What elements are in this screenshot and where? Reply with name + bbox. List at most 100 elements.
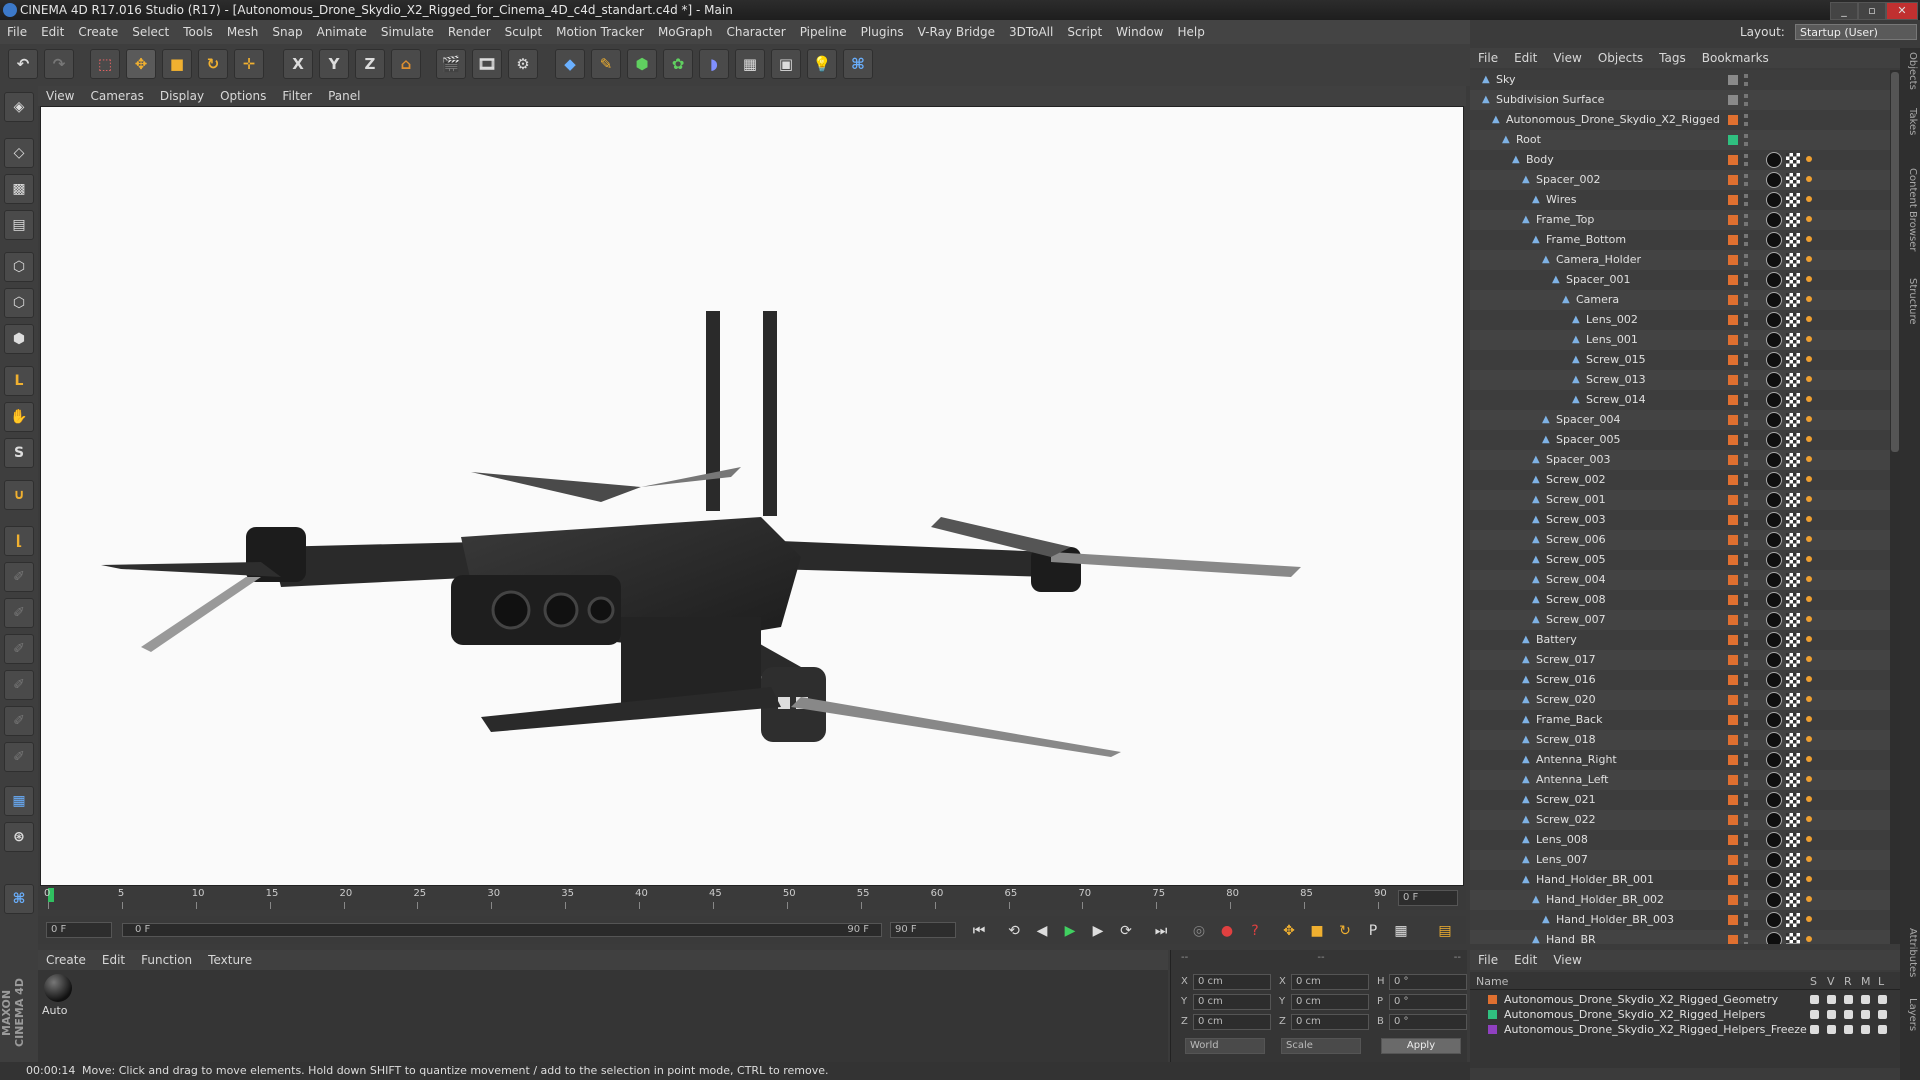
texture-tag-icon[interactable] [1786, 773, 1800, 787]
object-row[interactable]: ▲ Screw_020 [1470, 690, 1890, 710]
menu-simulate[interactable]: Simulate [374, 20, 441, 44]
floor-icon[interactable]: ▦ [735, 49, 765, 79]
material-tag-icon[interactable] [1766, 852, 1782, 868]
layer-flag-icon[interactable] [1861, 1010, 1870, 1019]
rig-tag-icon[interactable] [1806, 716, 1812, 722]
object-row[interactable]: ▲ Spacer_004 [1470, 410, 1890, 430]
object-row[interactable]: ▲ Lens_002 [1470, 310, 1890, 330]
object-menu-objects[interactable]: Objects [1590, 48, 1651, 68]
material-tag-icon[interactable] [1766, 192, 1782, 208]
material-tag-icon[interactable] [1766, 692, 1782, 708]
render-view-icon[interactable]: 🎬 [436, 49, 466, 79]
menu-3dtoall[interactable]: 3DToAll [1002, 20, 1060, 44]
visibility-dots[interactable] [1744, 654, 1748, 666]
visibility-dots[interactable] [1744, 134, 1748, 146]
texture-mode-icon[interactable]: ▩ [4, 174, 34, 204]
texture-tag-icon[interactable] [1786, 893, 1800, 907]
menu-script[interactable]: Script [1060, 20, 1109, 44]
object-row[interactable]: ▲ Camera_Holder [1470, 250, 1890, 270]
coordinate-mode-select[interactable]: World [1185, 1038, 1265, 1054]
material-tag-icon[interactable] [1766, 452, 1782, 468]
material-tag-icon[interactable] [1766, 372, 1782, 388]
polygons-mode-icon[interactable]: ⬢ [4, 324, 34, 354]
visibility-dots[interactable] [1744, 894, 1748, 906]
rig-tag-icon[interactable] [1806, 396, 1812, 402]
rig-tag-icon[interactable] [1806, 376, 1812, 382]
texture-tag-icon[interactable] [1786, 733, 1800, 747]
material-tag-icon[interactable] [1766, 672, 1782, 688]
live-selection-icon[interactable]: ⬚ [90, 49, 120, 79]
object-menu-tags[interactable]: Tags [1651, 48, 1694, 68]
layer-color-swatch[interactable] [1728, 395, 1738, 405]
rig-tag-icon[interactable] [1806, 756, 1812, 762]
menu-plugins[interactable]: Plugins [854, 20, 911, 44]
layer-color-swatch[interactable] [1728, 635, 1738, 645]
material-tag-icon[interactable] [1766, 272, 1782, 288]
layer-color-swatch[interactable] [1728, 375, 1738, 385]
layer-color-swatch[interactable] [1728, 675, 1738, 685]
menu-file[interactable]: File [0, 20, 34, 44]
visibility-dots[interactable] [1744, 914, 1748, 926]
visibility-dots[interactable] [1744, 714, 1748, 726]
visibility-dots[interactable] [1744, 474, 1748, 486]
sculpt-tool-1-icon[interactable]: ✐ [4, 562, 34, 592]
visibility-dots[interactable] [1744, 94, 1748, 106]
visibility-dots[interactable] [1744, 294, 1748, 306]
layer-color-swatch[interactable] [1488, 1010, 1497, 1019]
menu-v-ray-bridge[interactable]: V-Ray Bridge [911, 20, 1002, 44]
layer-color-swatch[interactable] [1728, 535, 1738, 545]
workplane-mode-icon[interactable]: ▤ [4, 210, 34, 240]
visibility-dots[interactable] [1744, 694, 1748, 706]
texture-tag-icon[interactable] [1786, 273, 1800, 287]
object-row[interactable]: ▲ Sky [1470, 70, 1890, 90]
object-row[interactable]: ▲ Screw_001 [1470, 490, 1890, 510]
axis-mode-icon[interactable]: L [4, 366, 34, 396]
magnet-icon[interactable]: ∪ [4, 480, 34, 510]
move-tool-icon[interactable]: ✥ [126, 49, 156, 79]
material-tag-icon[interactable] [1766, 332, 1782, 348]
texture-tag-icon[interactable] [1786, 333, 1800, 347]
timeline-window-icon[interactable]: ▤ [1434, 920, 1456, 942]
visibility-dots[interactable] [1744, 234, 1748, 246]
layout-select[interactable]: Startup (User) [1795, 24, 1917, 40]
object-row[interactable]: ▲ Hand_Holder_BR_003 [1470, 910, 1890, 930]
viewport-menu-display[interactable]: Display [152, 86, 212, 106]
object-row[interactable]: ▲ Screw_003 [1470, 510, 1890, 530]
material-tag-icon[interactable] [1766, 572, 1782, 588]
object-row[interactable]: ▲ Battery [1470, 630, 1890, 650]
visibility-dots[interactable] [1744, 554, 1748, 566]
rig-tag-icon[interactable] [1806, 176, 1812, 182]
object-row[interactable]: ▲ Screw_007 [1470, 610, 1890, 630]
rig-tag-icon[interactable] [1806, 616, 1812, 622]
texture-tag-icon[interactable] [1786, 393, 1800, 407]
rig-tag-icon[interactable] [1806, 736, 1812, 742]
object-row[interactable]: ▲ Hand_Holder_BR_002 [1470, 890, 1890, 910]
y-axis-button[interactable]: Y [319, 49, 349, 79]
rig-tag-icon[interactable] [1806, 556, 1812, 562]
material-tag-icon[interactable] [1766, 712, 1782, 728]
object-menu-edit[interactable]: Edit [1506, 48, 1545, 68]
layer-color-swatch[interactable] [1728, 695, 1738, 705]
menu-mograph[interactable]: MoGraph [651, 20, 720, 44]
edges-mode-icon[interactable]: ⬡ [4, 288, 34, 318]
render-picture-viewer-icon[interactable]: 🎞 [472, 49, 502, 79]
texture-tag-icon[interactable] [1786, 253, 1800, 267]
rig-tag-icon[interactable] [1806, 296, 1812, 302]
visibility-dots[interactable] [1744, 534, 1748, 546]
material-tag-icon[interactable] [1766, 212, 1782, 228]
texture-tag-icon[interactable] [1786, 853, 1800, 867]
coord-value-field[interactable]: 0 cm [1291, 994, 1369, 1010]
texture-tag-icon[interactable] [1786, 433, 1800, 447]
rig-tag-icon[interactable] [1806, 876, 1812, 882]
rig-tag-icon[interactable] [1806, 216, 1812, 222]
rig-tag-icon[interactable] [1806, 416, 1812, 422]
layer-color-swatch[interactable] [1728, 455, 1738, 465]
material-tag-icon[interactable] [1766, 352, 1782, 368]
object-row[interactable]: ▲ Camera [1470, 290, 1890, 310]
next-key-icon[interactable]: ⟳ [1115, 920, 1137, 942]
object-row[interactable]: ▲ Frame_Bottom [1470, 230, 1890, 250]
layer-color-swatch[interactable] [1728, 415, 1738, 425]
layer-row[interactable]: Autonomous_Drone_Skydio_X2_Rigged_Helper… [1470, 1022, 1900, 1037]
layer-menu-edit[interactable]: Edit [1506, 950, 1545, 970]
material-tag-icon[interactable] [1766, 312, 1782, 328]
